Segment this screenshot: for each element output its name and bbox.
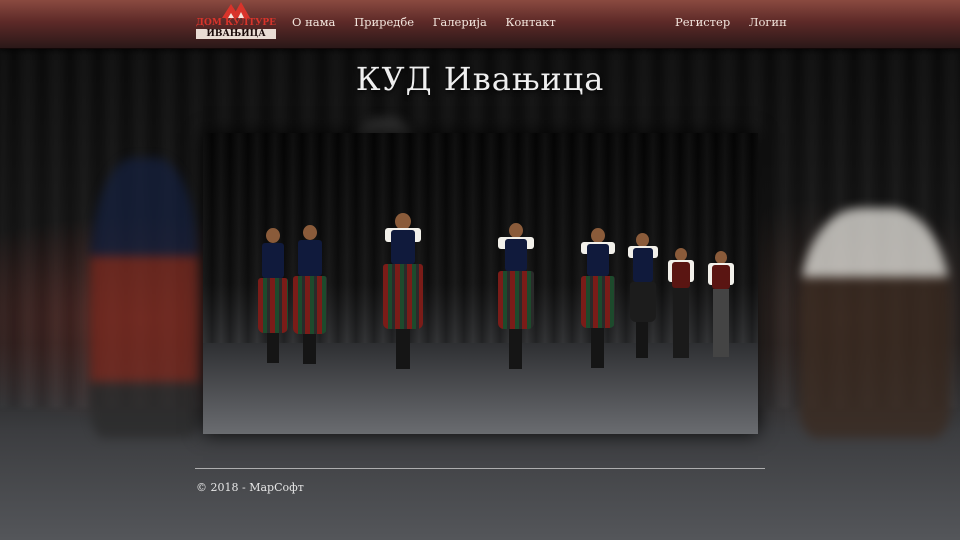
- triangles-logo-icon: [222, 2, 250, 18]
- photo-dancer: [258, 228, 288, 368]
- logo-text-line1: ДОМ КУЛТУРЕ: [196, 18, 277, 28]
- top-navbar: ДОМ КУЛТУРЕ ИВАЊИЦА О нама Приредбе Гале…: [0, 0, 960, 49]
- photo-dancer: [668, 248, 694, 363]
- page-title: КУД Ивањица: [355, 60, 605, 98]
- background-dancers-right: [800, 208, 950, 438]
- nav-link-events[interactable]: Приредбе: [354, 15, 414, 29]
- photo-dancer: [628, 233, 658, 363]
- photo-dancer: [383, 213, 423, 378]
- photo-dancer: [581, 228, 615, 373]
- main-nav: О нама Приредбе Галерија Контакт: [292, 15, 571, 29]
- nav-link-login[interactable]: Логин: [749, 15, 787, 29]
- nav-link-contact[interactable]: Контакт: [505, 15, 555, 29]
- nav-link-gallery[interactable]: Галерија: [433, 15, 487, 29]
- nav-link-register[interactable]: Регистер: [675, 15, 730, 29]
- background-dancer-left: [90, 158, 200, 438]
- page: ДОМ КУЛТУРЕ ИВАЊИЦА О нама Приредбе Гале…: [0, 0, 960, 540]
- photo-dancer: [498, 223, 534, 378]
- photo-dancer: [293, 225, 327, 370]
- footer-copyright: © 2018 - МарСофт: [196, 481, 304, 494]
- folk-dance-photo: [203, 133, 758, 434]
- account-nav: Регистер Логин: [675, 15, 802, 29]
- nav-link-about[interactable]: О нама: [292, 15, 335, 29]
- footer-divider: [195, 468, 765, 469]
- photo-dancer: [708, 251, 734, 361]
- site-logo[interactable]: ДОМ КУЛТУРЕ ИВАЊИЦА: [196, 2, 276, 42]
- logo-text-line2: ИВАЊИЦА: [196, 29, 276, 39]
